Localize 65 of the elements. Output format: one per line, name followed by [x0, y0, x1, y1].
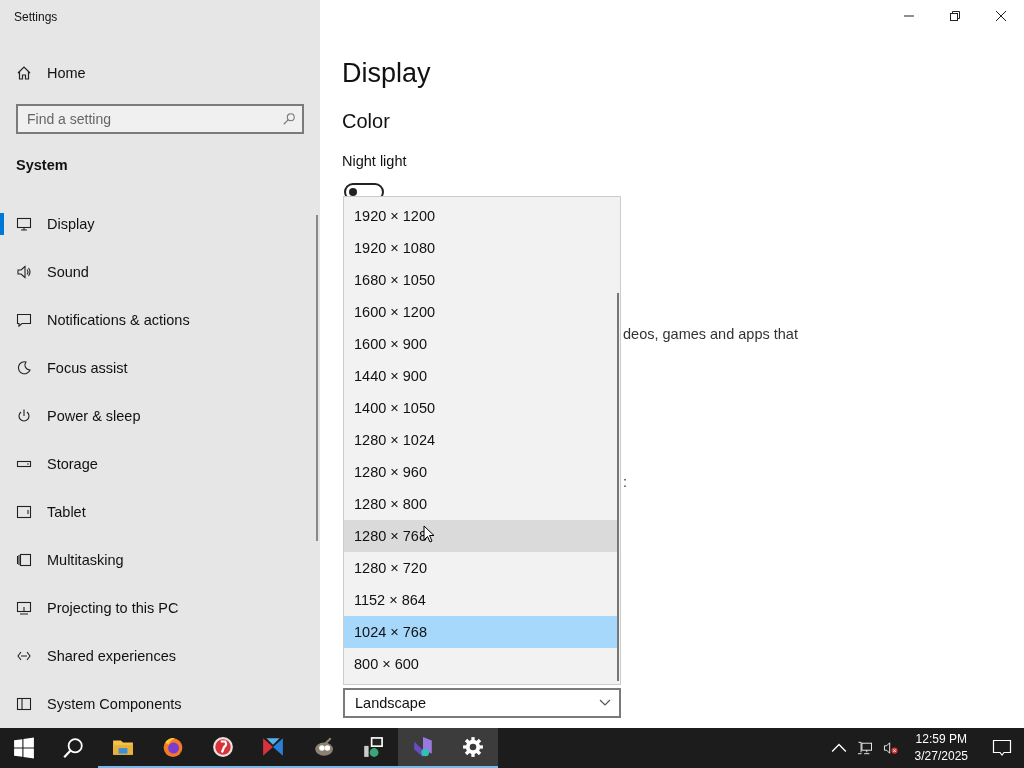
dropdown-option[interactable]: 800 × 600	[344, 648, 617, 680]
sidebar-item[interactable]: Multitasking	[0, 536, 320, 584]
dropdown-option[interactable]: 1280 × 1024	[344, 424, 617, 456]
projector-icon	[16, 600, 32, 616]
tablet-icon	[16, 504, 32, 520]
scrollbar[interactable]	[617, 293, 619, 681]
paint-app-icon	[212, 736, 234, 758]
sidebar-item[interactable]: Shared experiences	[0, 632, 320, 680]
speaker-icon	[16, 264, 32, 280]
dropdown-option[interactable]: 1280 × 800	[344, 488, 617, 520]
restore-icon	[949, 10, 961, 22]
moon-icon	[16, 360, 32, 376]
dropdown-option[interactable]: 1920 × 1080	[344, 232, 617, 264]
search-field[interactable]: Find a setting	[16, 104, 304, 134]
sidebar-item[interactable]: Power & sleep	[0, 392, 320, 440]
sidebar-item[interactable]: Notifications & actions	[0, 296, 320, 344]
dropdown-option[interactable]: 1440 × 900	[344, 360, 617, 392]
taskbar-app-button[interactable]	[448, 728, 498, 768]
notification-icon[interactable]	[992, 739, 1012, 757]
dropdown-option[interactable]: 1152 × 864	[344, 584, 617, 616]
app-icon	[262, 736, 284, 758]
page-title: Display	[342, 57, 432, 90]
sidebar-item[interactable]: System Components	[0, 680, 320, 728]
browser-icon	[162, 736, 184, 758]
sidebar-item[interactable]: Projecting to this PC	[0, 584, 320, 632]
tool-app-icon	[362, 736, 384, 758]
window-title: Settings	[13, 9, 59, 26]
monitor-icon	[16, 216, 32, 232]
label-text: :	[623, 474, 629, 492]
orientation-select[interactable]: Landscape	[343, 688, 621, 718]
section-heading: System	[15, 156, 69, 175]
clock[interactable]: 12:59 PM 3/27/2025	[908, 731, 974, 765]
windows-logo-icon	[13, 737, 35, 759]
close-icon	[995, 10, 1007, 22]
section-title: Color	[342, 109, 391, 134]
dropdown-option[interactable]: 1680 × 1050	[344, 264, 617, 296]
dropdown-option[interactable]: 1280 × 720	[344, 552, 617, 584]
volume-muted-icon[interactable]	[882, 741, 899, 755]
sidebar-item[interactable]: Sound	[0, 248, 320, 296]
panel-icon	[16, 696, 32, 712]
search-icon	[282, 112, 296, 126]
animal-mascot-icon	[312, 736, 334, 758]
search-icon	[62, 737, 84, 759]
chevron-up-icon[interactable]	[830, 741, 847, 755]
dropdown-option[interactable]: 1920 × 1200	[344, 200, 617, 232]
chevron-icon	[599, 699, 611, 707]
dropdown-option[interactable]: 1600 × 900	[344, 328, 617, 360]
setting-label: Night light	[342, 152, 408, 171]
sidebar-item[interactable]: Focus assist	[0, 344, 320, 392]
home-icon	[16, 65, 32, 81]
power-icon	[16, 408, 32, 424]
network-icon[interactable]	[856, 741, 873, 755]
scrollbar[interactable]	[316, 215, 318, 541]
home-link[interactable]: Home	[0, 49, 320, 97]
windows-icon	[16, 552, 32, 568]
dropdown-option[interactable]: 1280 × 960	[344, 456, 617, 488]
sidebar-item[interactable]: Display	[0, 200, 320, 248]
sidebar-item[interactable]: Tablet	[0, 488, 320, 536]
dropdown-option[interactable]: 1024 × 768	[344, 616, 617, 648]
description-text: deos, games and apps that	[623, 326, 799, 344]
sidebar-item[interactable]: Storage	[0, 440, 320, 488]
studio-app-icon	[412, 736, 434, 758]
message-icon	[16, 312, 32, 328]
dropdown-option[interactable]: 1400 × 1050	[344, 392, 617, 424]
dropdown-option[interactable]: 1600 × 1200	[344, 296, 617, 328]
